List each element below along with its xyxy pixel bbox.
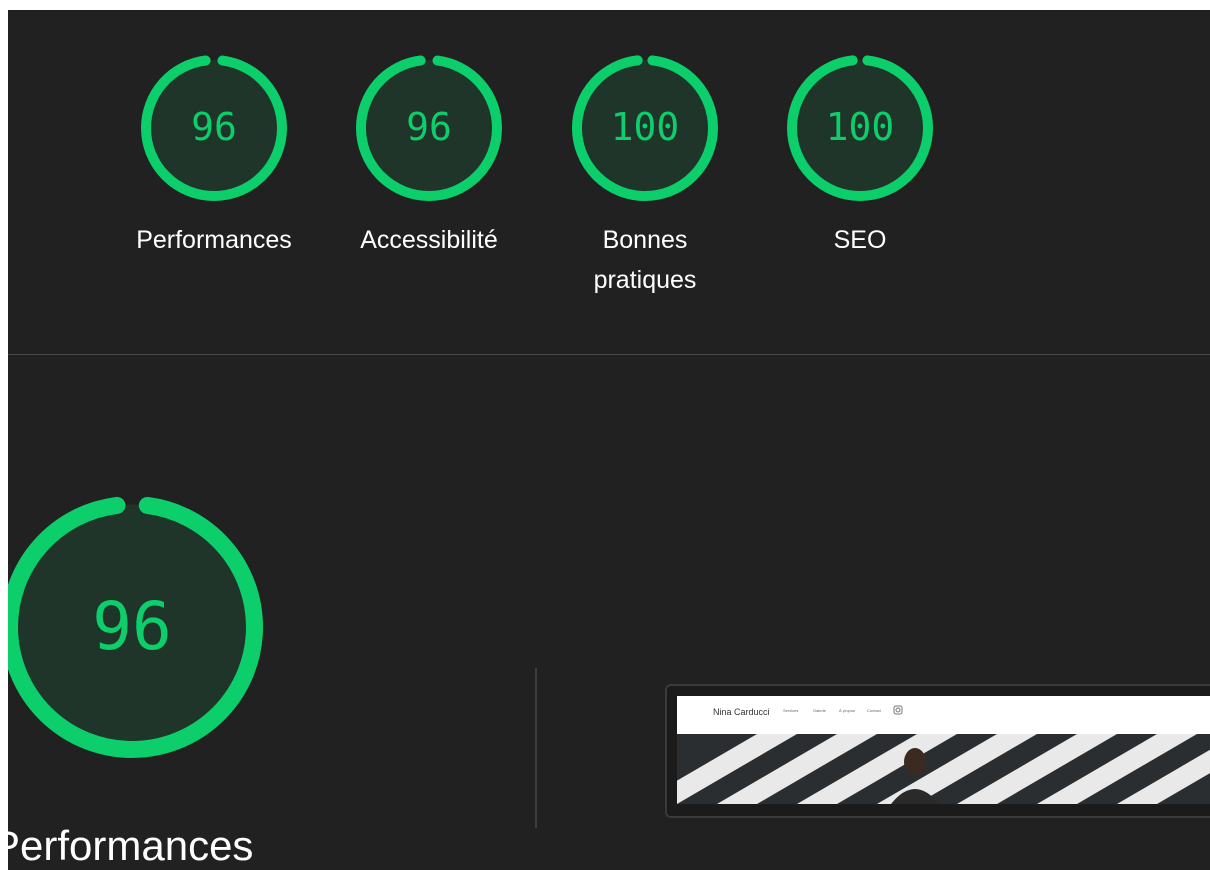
accessibility-label[interactable]: Accessibilité	[324, 220, 534, 260]
best-practices-gauge[interactable]: 100	[571, 54, 719, 202]
seo-score: 100	[825, 105, 895, 149]
performance-label-line: Performances	[136, 226, 292, 254]
seo-label[interactable]: SEO	[770, 220, 950, 260]
accessibility-score: 96	[406, 105, 452, 149]
performance-score: 96	[191, 105, 237, 149]
screenshot-site-header: Nina Carducci Services Galerie À propos …	[677, 696, 1210, 734]
best-practices-label-line-1: Bonnes	[602, 226, 688, 254]
performance-gauge[interactable]: 96	[140, 54, 288, 202]
lighthouse-report-panel: 96 Performances 96 Accessibilité 100 Bon…	[8, 10, 1210, 870]
instagram-icon	[893, 705, 903, 715]
accessibility-label-line: Accessibilité	[360, 226, 498, 254]
best-practices-score: 100	[610, 105, 680, 149]
section-divider	[8, 354, 1210, 355]
best-practices-label[interactable]: Bonnes pratiques	[555, 220, 735, 300]
performance-main-gauge: 96	[8, 495, 264, 759]
section-title: Performances	[8, 822, 254, 869]
screenshot-nav-link: Galerie	[813, 708, 826, 713]
screenshot-nav-link: Contact	[867, 708, 881, 713]
screenshot-site-name: Nina Carducci	[713, 707, 770, 717]
vertical-separator	[535, 668, 537, 828]
performance-main-score: 96	[92, 588, 172, 665]
final-screenshot-thumbnail[interactable]: Nina Carducci Services Galerie À propos …	[665, 684, 1210, 818]
seo-label-line: SEO	[833, 226, 887, 254]
performance-label[interactable]: Performances	[104, 220, 324, 260]
screenshot-nav-link: Services	[783, 708, 799, 713]
best-practices-label-line-2: pratiques	[593, 266, 697, 294]
seo-gauge[interactable]: 100	[786, 54, 934, 202]
screenshot-hero-image	[677, 734, 1210, 804]
accessibility-gauge[interactable]: 96	[355, 54, 503, 202]
screenshot-page: Nina Carducci Services Galerie À propos …	[677, 696, 1210, 804]
screenshot-nav-link: À propos	[839, 708, 856, 713]
